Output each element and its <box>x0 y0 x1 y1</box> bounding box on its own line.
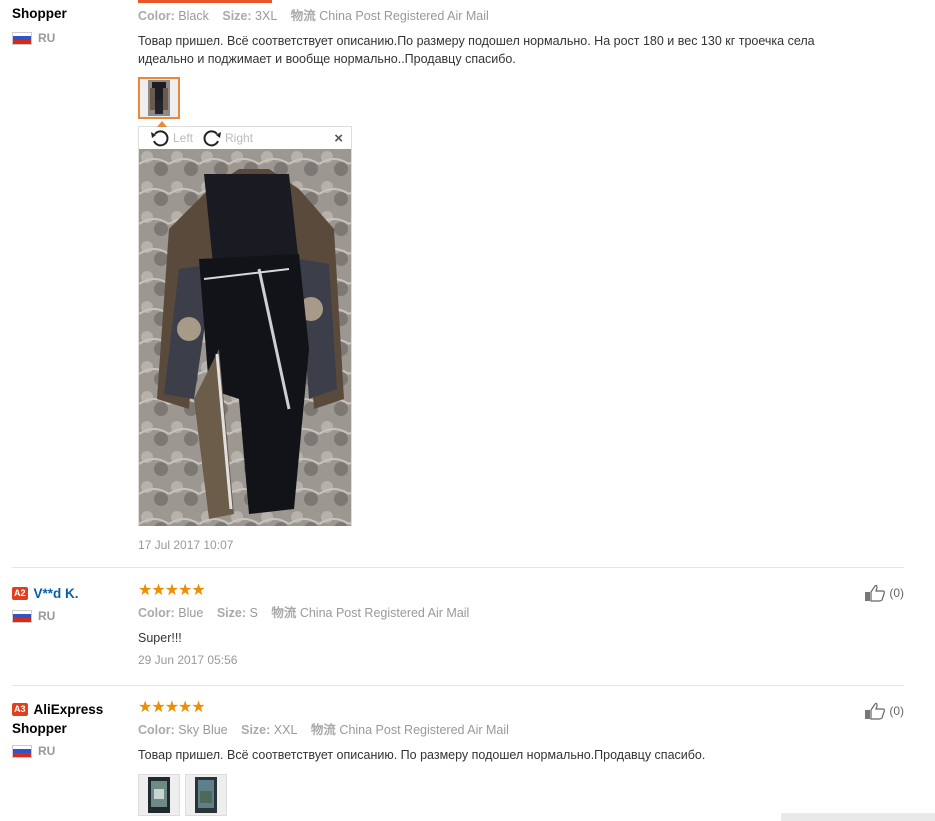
rotate-right-icon <box>203 130 222 147</box>
author-name: V**d K. <box>33 586 79 601</box>
size-label: Size: <box>222 9 252 23</box>
author-name: Shopper <box>12 6 67 21</box>
viewer-toolbar: Left Right × <box>139 127 351 149</box>
photo-viewer: Left Right × <box>138 121 352 526</box>
photo-thumbnail-image <box>195 777 217 813</box>
buyer-level-badge: A2 <box>12 587 28 600</box>
review-item: A2 V**d K. RU ★★★★★ Color: Blue Size: S 物… <box>12 568 904 686</box>
review-date: 17 Jul 2017 10:07 <box>138 538 234 552</box>
author-name-line: AliExpress <box>33 702 104 717</box>
helpful-count: (0) <box>889 704 904 718</box>
review-photo-thumbnail[interactable] <box>138 77 180 119</box>
author-country: RU <box>12 31 130 45</box>
review-photo-thumbnail[interactable] <box>185 774 227 816</box>
shipping-label: 物流 <box>290 9 316 23</box>
review-text: Super!!! <box>138 631 182 645</box>
photo-thumbnail-image <box>148 80 170 116</box>
rotate-left-icon <box>151 130 169 147</box>
color-label: Color: <box>138 723 175 737</box>
country-code: RU <box>38 609 56 623</box>
review-author: A2 V**d K. RU <box>12 584 130 623</box>
helpful-count: (0) <box>889 586 904 600</box>
flag-ru-icon <box>12 744 32 758</box>
review-item: Shopper RU Color: Black Size: 3XL 物流 Chi… <box>12 0 904 568</box>
review-body: ★★★★★ Color: Sky Blue Size: XXL 物流 China… <box>138 699 878 764</box>
rotate-right-button[interactable]: Right <box>201 128 253 148</box>
review-photo <box>139 149 351 526</box>
shipping-label: 物流 <box>271 606 297 620</box>
shipping-label: 物流 <box>310 723 336 737</box>
thumbs-up-icon <box>865 702 886 720</box>
review-text: Товар пришел. Всё соответствует описанию… <box>138 32 878 68</box>
scroll-to-top-tab[interactable] <box>781 813 935 821</box>
size-label: Size: <box>241 723 271 737</box>
author-name-line: Shopper <box>12 721 67 736</box>
author-name-link[interactable]: A2 V**d K. <box>12 584 130 603</box>
review-body: ★★★★★ Color: Blue Size: S 物流 China Post … <box>138 582 878 668</box>
rotate-left-button[interactable]: Left <box>149 128 193 148</box>
size-label: Size: <box>216 606 246 620</box>
star-rating: ★★★★★ <box>138 582 206 599</box>
size-value: S <box>249 606 258 620</box>
author-country: RU <box>12 744 130 758</box>
review-attributes: Color: Blue Size: S 物流 China Post Regist… <box>138 604 878 622</box>
review-attributes: Color: Black Size: 3XL 物流 China Post Reg… <box>138 7 878 25</box>
review-photo-thumbnail[interactable] <box>138 774 180 816</box>
review-date: 29 Jun 2017 05:56 <box>138 653 238 667</box>
country-code: RU <box>38 31 56 45</box>
helpful-button[interactable]: (0) <box>864 702 904 720</box>
flag-ru-icon <box>12 609 32 623</box>
shipping-value: China Post Registered Air Mail <box>319 9 489 23</box>
review-author: A3 AliExpress Shopper RU <box>12 700 130 758</box>
size-value: XXL <box>273 723 298 737</box>
buyer-level-badge: A3 <box>12 703 28 716</box>
color-value: Black <box>178 9 209 23</box>
rotate-right-label: Right <box>225 131 254 145</box>
review-text: Товар пришел. Всё соответствует описанию… <box>138 748 706 762</box>
color-label: Color: <box>138 606 175 620</box>
helpful-button[interactable]: (0) <box>864 584 904 602</box>
size-value: 3XL <box>255 9 278 23</box>
country-code: RU <box>38 744 56 758</box>
review-author: Shopper RU <box>12 4 130 45</box>
close-icon[interactable]: × <box>334 130 343 147</box>
author-name: A3 AliExpress <box>12 700 130 719</box>
shipping-value: China Post Registered Air Mail <box>299 606 470 620</box>
shipping-value: China Post Registered Air Mail <box>339 723 509 737</box>
color-label: Color: <box>138 9 175 23</box>
review-item: A3 AliExpress Shopper RU ★★★★★ Color: Sky… <box>12 686 904 821</box>
photo-thumbnail-image <box>148 777 170 813</box>
star-rating: ★★★★★ <box>138 699 206 716</box>
review-body: Color: Black Size: 3XL 物流 China Post Reg… <box>138 7 878 68</box>
rotate-left-label: Left <box>173 131 194 145</box>
color-value: Blue <box>178 606 204 620</box>
review-text-line: идеально и поджимает и вообще нормально.… <box>138 52 516 66</box>
flag-ru-icon <box>12 31 32 45</box>
review-text-line: Товар пришел. Всё соответствует описанию… <box>138 34 815 48</box>
review-attributes: Color: Sky Blue Size: XXL 物流 China Post … <box>138 721 878 739</box>
author-country: RU <box>12 609 130 623</box>
color-value: Sky Blue <box>178 723 228 737</box>
thumbs-up-icon <box>865 584 886 602</box>
